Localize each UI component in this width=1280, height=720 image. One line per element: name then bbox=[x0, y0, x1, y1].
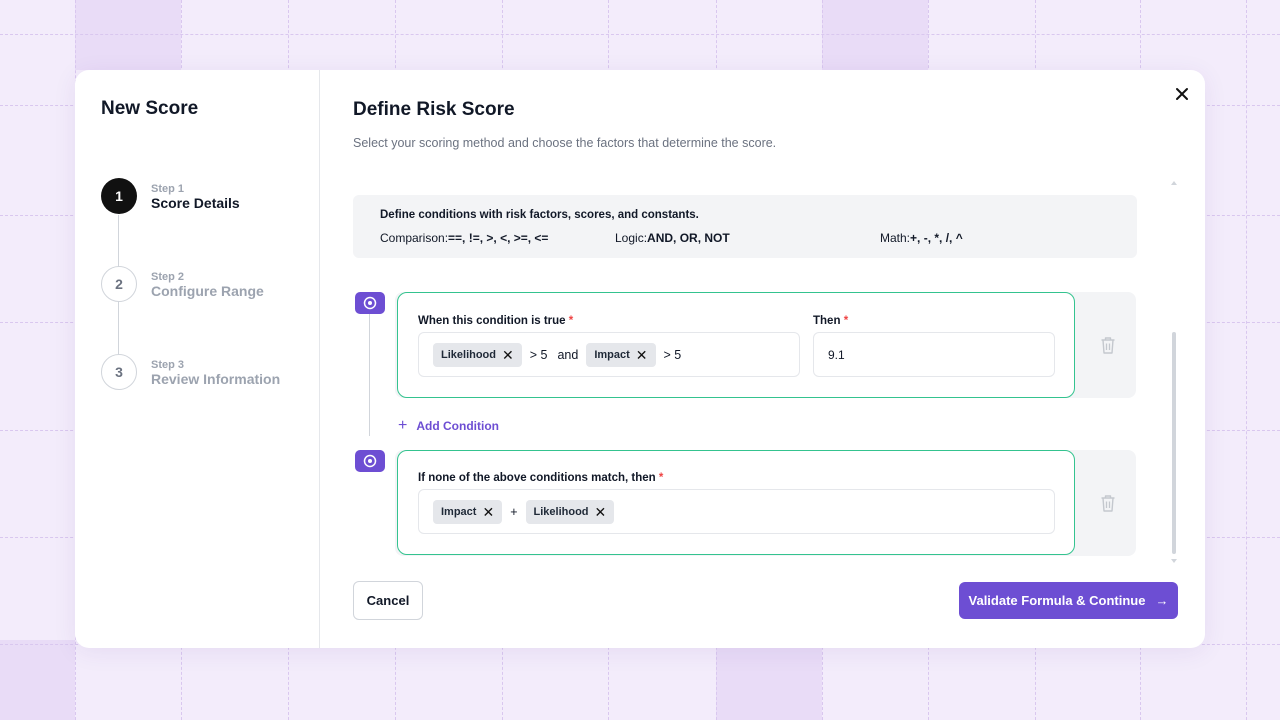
then-value-input[interactable]: 9.1 bbox=[813, 332, 1055, 377]
condition-timeline bbox=[369, 314, 370, 436]
step-connector bbox=[118, 215, 119, 271]
step-3-caption: Step 3 bbox=[151, 359, 185, 371]
logic-operators: Logic:AND, OR, NOT bbox=[615, 231, 730, 245]
arrow-right-icon: → bbox=[1155, 593, 1169, 608]
joiner-text: and bbox=[557, 347, 579, 362]
add-condition-label: Add Condition bbox=[416, 419, 499, 433]
chip-remove-icon[interactable]: ✕ bbox=[502, 348, 514, 362]
step-1-label[interactable]: Score Details bbox=[151, 195, 240, 211]
step-1-indicator[interactable]: 1 bbox=[101, 178, 137, 214]
factor-chip: Likelihood ✕ bbox=[433, 342, 522, 367]
scroll-down-icon[interactable] bbox=[1170, 558, 1178, 564]
chip-label: Impact bbox=[594, 348, 630, 361]
add-condition-button[interactable]: + Add Condition bbox=[398, 418, 499, 434]
stepper-sidebar: New Score 1 Step 1 Score Details 2 Step … bbox=[75, 70, 320, 648]
modal-title: New Score bbox=[101, 98, 199, 119]
step-3-label[interactable]: Review Information bbox=[151, 371, 280, 387]
content-scrollbar[interactable] bbox=[1170, 180, 1178, 564]
fallback-card: If none of the above conditions match, t… bbox=[397, 450, 1075, 555]
validate-continue-label: Validate Formula & Continue bbox=[968, 593, 1146, 608]
math-label: Math: bbox=[880, 231, 911, 245]
page-title: Define Risk Score bbox=[353, 99, 515, 120]
operator-text: + bbox=[510, 504, 518, 519]
chip-label: Impact bbox=[441, 505, 477, 518]
fallback-node bbox=[355, 450, 385, 472]
close-button[interactable] bbox=[1172, 84, 1192, 104]
condition-label-text: When this condition is true bbox=[418, 315, 566, 327]
math-operators: Math:+, -, *, /, ^ bbox=[880, 231, 963, 245]
step-2-indicator[interactable]: 2 bbox=[101, 266, 137, 302]
trash-icon[interactable] bbox=[1100, 336, 1116, 354]
operator-text: > 5 bbox=[529, 347, 548, 362]
step-2-caption: Step 2 bbox=[151, 271, 185, 283]
logic-ops: AND, OR, NOT bbox=[647, 231, 730, 245]
chip-remove-icon[interactable]: ✕ bbox=[595, 505, 607, 519]
target-icon bbox=[363, 296, 377, 310]
operator-text: > 5 bbox=[663, 347, 682, 362]
chip-label: Likelihood bbox=[533, 505, 589, 518]
condition-card: When this condition is true * Likelihood… bbox=[397, 292, 1075, 398]
factor-chip: Impact ✕ bbox=[433, 499, 503, 524]
step-3-indicator[interactable]: 3 bbox=[101, 354, 137, 390]
factor-chip: Impact ✕ bbox=[586, 342, 656, 367]
required-mark: * bbox=[658, 472, 664, 484]
condition-expression-input[interactable]: Likelihood ✕ > 5 and Impact ✕ > 5 bbox=[418, 332, 800, 377]
step-2-label[interactable]: Configure Range bbox=[151, 283, 264, 299]
plus-icon: + bbox=[398, 417, 408, 434]
logic-label: Logic: bbox=[615, 231, 648, 245]
syntax-help-panel: Define conditions with risk factors, sco… bbox=[353, 195, 1137, 258]
validate-continue-button[interactable]: Validate Formula & Continue → bbox=[959, 582, 1178, 619]
comparison-ops: ==, !=, >, <, >=, <= bbox=[448, 231, 549, 245]
fallback-label-text: If none of the above conditions match, t… bbox=[418, 472, 656, 484]
target-icon bbox=[363, 454, 377, 468]
step-connector bbox=[118, 301, 119, 357]
step-1-caption: Step 1 bbox=[151, 183, 185, 195]
new-score-modal: New Score 1 Step 1 Score Details 2 Step … bbox=[75, 70, 1205, 648]
chip-remove-icon[interactable]: ✕ bbox=[482, 505, 494, 519]
scroll-up-icon[interactable] bbox=[1170, 180, 1178, 186]
then-label: Then * bbox=[813, 315, 848, 327]
fallback-label: If none of the above conditions match, t… bbox=[418, 472, 663, 484]
scroll-thumb[interactable] bbox=[1172, 332, 1176, 554]
condition-label: When this condition is true * bbox=[418, 315, 573, 327]
required-mark: * bbox=[568, 315, 574, 327]
trash-icon[interactable] bbox=[1100, 494, 1116, 512]
condition-node bbox=[355, 292, 385, 314]
page-subtitle: Select your scoring method and choose th… bbox=[353, 136, 777, 150]
close-icon bbox=[1176, 88, 1188, 100]
factor-chip: Likelihood ✕ bbox=[525, 499, 615, 524]
then-label-text: Then bbox=[813, 315, 841, 327]
chip-remove-icon[interactable]: ✕ bbox=[636, 348, 648, 362]
required-mark: * bbox=[843, 315, 849, 327]
chip-label: Likelihood bbox=[441, 348, 496, 361]
fallback-expression-input[interactable]: Impact ✕ + Likelihood ✕ bbox=[418, 489, 1055, 534]
syntax-help-heading: Define conditions with risk factors, sco… bbox=[380, 209, 699, 221]
cancel-button[interactable]: Cancel bbox=[353, 581, 423, 620]
comparison-operators: Comparison:==, !=, >, <, >=, <= bbox=[380, 231, 548, 245]
math-ops: +, -, *, /, ^ bbox=[910, 231, 963, 245]
comparison-label: Comparison: bbox=[380, 231, 449, 245]
